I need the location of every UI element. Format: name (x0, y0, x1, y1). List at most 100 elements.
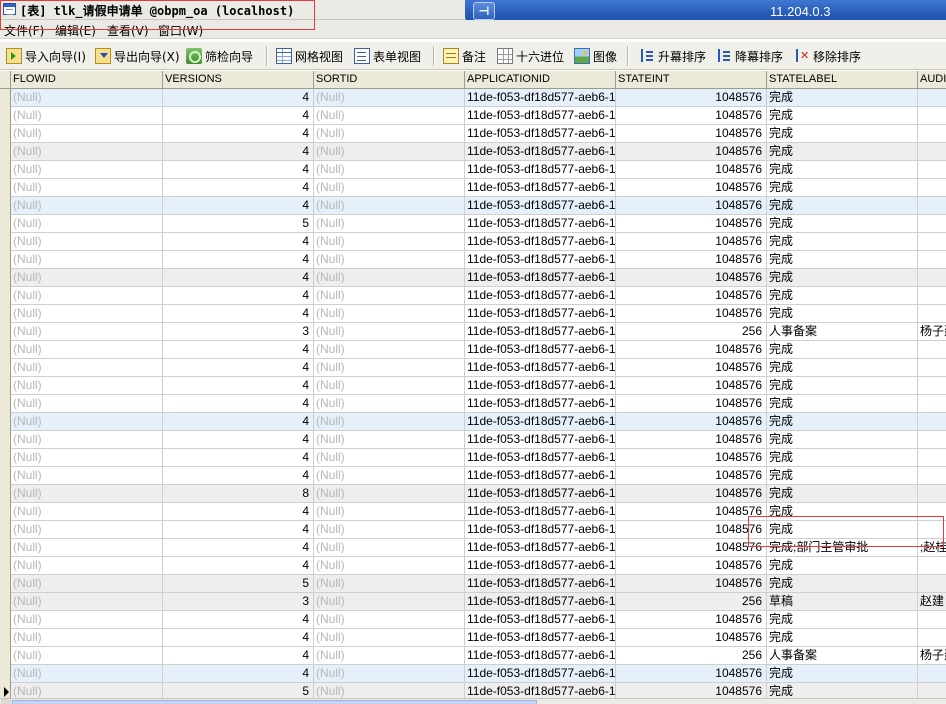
cell-versions[interactable]: 3 (163, 593, 314, 611)
cell-applicationid[interactable]: 11de-f053-df18d577-aeb6-19a (465, 575, 616, 593)
cell-statelabel[interactable]: 完成 (767, 413, 918, 431)
import-wizard-button[interactable]: 导入向导(I) (6, 47, 86, 65)
cell-applicationid[interactable]: 11de-f053-df18d577-aeb6-19a (465, 287, 616, 305)
cell-applicationid[interactable]: 11de-f053-df18d577-aeb6-19a (465, 143, 616, 161)
cell-stateint[interactable]: 1048576 (616, 161, 767, 179)
cell-versions[interactable]: 4 (163, 341, 314, 359)
cell-auditor[interactable] (918, 341, 946, 359)
cell-auditor[interactable]: 杨子建 (918, 323, 946, 341)
cell-applicationid[interactable]: 11de-f053-df18d577-aeb6-19a (465, 377, 616, 395)
cell-stateint[interactable]: 1048576 (616, 611, 767, 629)
cell-stateint[interactable]: 256 (616, 323, 767, 341)
cell-applicationid[interactable]: 11de-f053-df18d577-aeb6-19a (465, 647, 616, 665)
scroll-left-arrow[interactable] (1, 699, 11, 704)
cell-applicationid[interactable]: 11de-f053-df18d577-aeb6-19a (465, 467, 616, 485)
cell-sortid[interactable]: (Null) (314, 575, 465, 593)
row-selector[interactable] (0, 449, 11, 467)
cell-flowid[interactable]: (Null) (11, 467, 163, 485)
cell-auditor[interactable] (918, 575, 946, 593)
row-selector[interactable] (0, 305, 11, 323)
cell-stateint[interactable]: 1048576 (616, 287, 767, 305)
table-row[interactable]: (Null) 4 (Null) 11de-f053-df18d577-aeb6-19a… (0, 629, 946, 647)
cell-applicationid[interactable]: 11de-f053-df18d577-aeb6-19a (465, 413, 616, 431)
cell-applicationid[interactable]: 11de-f053-df18d577-aeb6-19a (465, 431, 616, 449)
cell-versions[interactable]: 4 (163, 521, 314, 539)
cell-applicationid[interactable]: 11de-f053-df18d577-aeb6-19a (465, 395, 616, 413)
cell-flowid[interactable]: (Null) (11, 593, 163, 611)
cell-applicationid[interactable]: 11de-f053-df18d577-aeb6-19a (465, 161, 616, 179)
row-selector[interactable] (0, 611, 11, 629)
cell-sortid[interactable]: (Null) (314, 539, 465, 557)
cell-versions[interactable]: 4 (163, 449, 314, 467)
cell-statelabel[interactable]: 草稿 (767, 593, 918, 611)
table-row[interactable]: (Null) 4 (Null) 11de-f053-df18d577-aeb6-19a… (0, 557, 946, 575)
row-selector[interactable] (0, 665, 11, 683)
column-header-versions[interactable]: VERSIONS (163, 71, 314, 89)
table-row[interactable]: (Null) 8 (Null) 11de-f053-df18d577-aeb6-19a… (0, 485, 946, 503)
cell-flowid[interactable]: (Null) (11, 89, 163, 107)
table-row[interactable]: (Null) 4 (Null) 11de-f053-df18d577-aeb6-19a… (0, 197, 946, 215)
table-row[interactable]: (Null) 5 (Null) 11de-f053-df18d577-aeb6-19a… (0, 575, 946, 593)
cell-applicationid[interactable]: 11de-f053-df18d577-aeb6-19a (465, 197, 616, 215)
cell-sortid[interactable]: (Null) (314, 323, 465, 341)
table-row[interactable]: (Null) 4 (Null) 11de-f053-df18d577-aeb6-19a… (0, 467, 946, 485)
cell-sortid[interactable]: (Null) (314, 683, 465, 698)
cell-flowid[interactable]: (Null) (11, 431, 163, 449)
cell-versions[interactable]: 3 (163, 323, 314, 341)
cell-flowid[interactable]: (Null) (11, 251, 163, 269)
filter-wizard-button[interactable]: 筛检向导 (186, 47, 253, 65)
cell-auditor[interactable] (918, 125, 946, 143)
cell-auditor[interactable] (918, 197, 946, 215)
cell-flowid[interactable]: (Null) (11, 197, 163, 215)
row-selector[interactable] (0, 683, 11, 698)
cell-auditor[interactable] (918, 449, 946, 467)
cell-stateint[interactable]: 1048576 (616, 503, 767, 521)
row-selector[interactable] (0, 233, 11, 251)
row-selector[interactable] (0, 557, 11, 575)
cell-sortid[interactable]: (Null) (314, 665, 465, 683)
menu-view[interactable]: 查看(V) (107, 22, 149, 39)
cell-flowid[interactable]: (Null) (11, 539, 163, 557)
cell-flowid[interactable]: (Null) (11, 359, 163, 377)
cell-flowid[interactable]: (Null) (11, 521, 163, 539)
cell-stateint[interactable]: 1048576 (616, 395, 767, 413)
cell-flowid[interactable]: (Null) (11, 413, 163, 431)
cell-auditor[interactable] (918, 179, 946, 197)
cell-stateint[interactable]: 1048576 (616, 557, 767, 575)
cell-statelabel[interactable]: 完成 (767, 395, 918, 413)
cell-applicationid[interactable]: 11de-f053-df18d577-aeb6-19a (465, 521, 616, 539)
cell-applicationid[interactable]: 11de-f053-df18d577-aeb6-19a (465, 665, 616, 683)
cell-versions[interactable]: 4 (163, 125, 314, 143)
table-row[interactable]: (Null) 4 (Null) 11de-f053-df18d577-aeb6-19a… (0, 503, 946, 521)
cell-sortid[interactable]: (Null) (314, 341, 465, 359)
table-row[interactable]: (Null) 5 (Null) 11de-f053-df18d577-aeb6-19a… (0, 215, 946, 233)
row-selector[interactable] (0, 413, 11, 431)
table-row[interactable]: (Null) 4 (Null) 11de-f053-df18d577-aeb6-19a… (0, 143, 946, 161)
cell-versions[interactable]: 4 (163, 89, 314, 107)
cell-flowid[interactable]: (Null) (11, 665, 163, 683)
cell-stateint[interactable]: 1048576 (616, 89, 767, 107)
cell-versions[interactable]: 4 (163, 557, 314, 575)
table-row[interactable]: (Null) 4 (Null) 11de-f053-df18d577-aeb6-19a… (0, 89, 946, 107)
cell-versions[interactable]: 4 (163, 431, 314, 449)
table-row[interactable]: (Null) 4 (Null) 11de-f053-df18d577-aeb6-19a… (0, 377, 946, 395)
cell-sortid[interactable]: (Null) (314, 557, 465, 575)
cell-auditor[interactable] (918, 269, 946, 287)
row-selector[interactable] (0, 197, 11, 215)
cell-sortid[interactable]: (Null) (314, 431, 465, 449)
row-selector[interactable] (0, 161, 11, 179)
grid-view-button[interactable]: 网格视图 (276, 47, 343, 65)
cell-statelabel[interactable]: 完成 (767, 125, 918, 143)
cell-flowid[interactable]: (Null) (11, 575, 163, 593)
cell-flowid[interactable]: (Null) (11, 305, 163, 323)
cell-sortid[interactable]: (Null) (314, 629, 465, 647)
cell-statelabel[interactable]: 完成;部门主管审批 (767, 539, 918, 557)
cell-statelabel[interactable]: 完成 (767, 629, 918, 647)
cell-statelabel[interactable]: 完成 (767, 161, 918, 179)
cell-sortid[interactable]: (Null) (314, 647, 465, 665)
table-row[interactable]: (Null) 4 (Null) 11de-f053-df18d577-aeb6-19a… (0, 431, 946, 449)
cell-flowid[interactable]: (Null) (11, 233, 163, 251)
table-row[interactable]: (Null) 4 (Null) 11de-f053-df18d577-aeb6-19a… (0, 395, 946, 413)
cell-applicationid[interactable]: 11de-f053-df18d577-aeb6-19a (465, 503, 616, 521)
cell-sortid[interactable]: (Null) (314, 449, 465, 467)
